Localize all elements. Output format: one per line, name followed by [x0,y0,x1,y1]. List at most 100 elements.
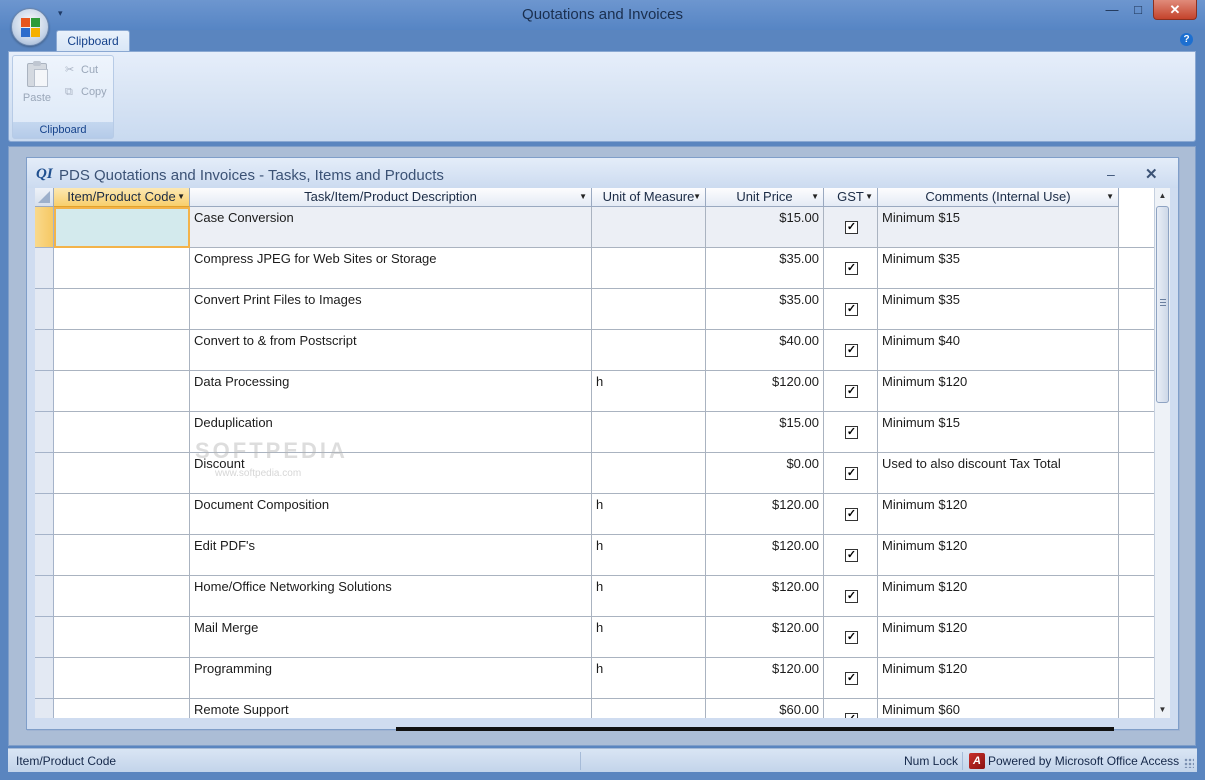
cell-description[interactable]: Case Conversion [190,207,592,248]
cell-description[interactable]: Convert to & from Postscript [190,330,592,371]
gst-checkbox[interactable]: ✓ [845,467,858,480]
cell-item-code[interactable] [54,535,190,576]
column-dropdown-icon[interactable]: ▼ [579,188,587,206]
row-selector[interactable] [35,453,54,494]
column-dropdown-icon[interactable]: ▼ [177,188,185,206]
cell-item-code[interactable] [54,248,190,289]
cell-description[interactable]: Convert Print Files to Images [190,289,592,330]
minimize-button[interactable]: — [1101,0,1123,20]
resize-grip-icon[interactable] [1184,758,1194,768]
child-minimize-button[interactable]: – [1107,166,1115,182]
column-header-unit-price[interactable]: Unit Price ▼ [706,188,824,207]
table-row[interactable]: Deduplication $15.00 ✓ Minimum $15 [35,412,1154,453]
cell-comments[interactable]: Minimum $120 [878,658,1119,699]
paste-button[interactable]: Paste [19,60,55,116]
cell-unit-of-measure[interactable]: h [592,371,706,412]
cell-comments[interactable]: Minimum $35 [878,289,1119,330]
cell-item-code[interactable] [54,412,190,453]
table-row[interactable]: Convert to & from Postscript $40.00 ✓ Minim… [35,330,1154,371]
cell-comments[interactable]: Minimum $120 [878,617,1119,658]
help-icon[interactable]: ? [1180,33,1193,46]
cell-gst[interactable]: ✓ [824,248,878,289]
cell-gst[interactable]: ✓ [824,576,878,617]
cell-item-code[interactable] [54,330,190,371]
office-button[interactable] [11,8,49,46]
cell-comments[interactable]: Minimum $120 [878,576,1119,617]
cell-item-code[interactable] [54,699,190,718]
cell-unit-price[interactable]: $15.00 [706,412,824,453]
cell-description[interactable]: Compress JPEG for Web Sites or Storage [190,248,592,289]
column-header-unit-of-measure[interactable]: Unit of Measure ▼ [592,188,706,207]
table-row[interactable]: Remote Support $60.00 ✓ Minimum $60 [35,699,1119,718]
cell-comments[interactable]: Minimum $120 [878,494,1119,535]
gst-checkbox[interactable]: ✓ [845,344,858,357]
horizontal-scroll-track[interactable] [396,727,1114,731]
cell-gst[interactable]: ✓ [824,453,878,494]
scroll-up-button[interactable]: ▲ [1155,188,1170,204]
child-close-button[interactable]: ✕ [1145,165,1158,183]
cell-item-code[interactable] [54,453,190,494]
copy-button[interactable]: ⧉ Copy [65,83,107,101]
row-selector[interactable] [35,371,54,412]
cell-gst[interactable]: ✓ [824,412,878,453]
cell-comments[interactable]: Minimum $15 [878,207,1119,248]
gst-checkbox[interactable]: ✓ [845,590,858,603]
row-selector[interactable] [35,494,54,535]
close-button[interactable]: ✕ [1153,0,1197,20]
column-header-comments[interactable]: Comments (Internal Use) ▼ [878,188,1119,207]
cell-item-code[interactable] [54,494,190,535]
cell-unit-of-measure[interactable]: h [592,658,706,699]
cell-comments[interactable]: Used to also discount Tax Total [878,453,1119,494]
cell-description[interactable]: Mail Merge [190,617,592,658]
cell-unit-of-measure[interactable]: h [592,576,706,617]
cell-description[interactable]: Edit PDF's [190,535,592,576]
gst-checkbox[interactable]: ✓ [845,221,858,234]
gst-checkbox[interactable]: ✓ [845,713,858,718]
row-selector[interactable] [35,330,54,371]
column-header-code[interactable]: Item/Product Code ▼ [54,188,190,207]
cell-unit-price[interactable]: $35.00 [706,289,824,330]
select-all-corner[interactable] [35,188,54,207]
cell-gst[interactable]: ✓ [824,699,878,718]
table-row[interactable]: Convert Print Files to Images $35.00 ✓ Mini… [35,289,1154,330]
gst-checkbox[interactable]: ✓ [845,508,858,521]
column-header-gst[interactable]: GST ▼ [824,188,878,207]
cell-gst[interactable]: ✓ [824,617,878,658]
cell-unit-of-measure[interactable] [592,453,706,494]
table-row[interactable]: Case Conversion $15.00 ✓ Minimum $15 [35,207,1154,248]
row-selector[interactable] [35,289,54,330]
cell-item-code[interactable] [54,207,190,248]
cell-description[interactable]: Home/Office Networking Solutions [190,576,592,617]
cell-item-code[interactable] [54,289,190,330]
cell-unit-of-measure[interactable] [592,289,706,330]
cell-comments[interactable]: Minimum $60 [878,699,1119,718]
column-dropdown-icon[interactable]: ▼ [693,188,701,206]
cell-unit-price[interactable]: $120.00 [706,576,824,617]
tab-clipboard[interactable]: Clipboard [56,30,130,52]
row-selector[interactable] [35,658,54,699]
cell-unit-price[interactable]: $120.00 [706,535,824,576]
cell-comments[interactable]: Minimum $40 [878,330,1119,371]
scroll-down-button[interactable]: ▼ [1155,702,1170,718]
cell-item-code[interactable] [54,576,190,617]
cell-gst[interactable]: ✓ [824,535,878,576]
column-header-description[interactable]: Task/Item/Product Description ▼ [190,188,592,207]
table-row[interactable]: Discount $0.00 ✓ Used to also discount Tax … [35,453,1154,494]
cell-gst[interactable]: ✓ [824,371,878,412]
maximize-button[interactable]: □ [1127,0,1149,20]
cell-unit-price[interactable]: $35.00 [706,248,824,289]
cell-comments[interactable]: Minimum $120 [878,371,1119,412]
cell-description[interactable]: Deduplication [190,412,592,453]
table-row[interactable]: Compress JPEG for Web Sites or Storage $3… [35,248,1154,289]
cell-gst[interactable]: ✓ [824,494,878,535]
table-row[interactable]: Mail Merge h $120.00 ✓ Minimum $120 [35,617,1154,658]
table-row[interactable]: Data Processing h $120.00 ✓ Minimum $120 [35,371,1154,412]
cut-button[interactable]: ✂ Cut [65,61,98,79]
table-row[interactable]: Document Composition h $120.00 ✓ Minimum $12… [35,494,1154,535]
table-row[interactable]: Programming h $120.00 ✓ Minimum $120 [35,658,1154,699]
gst-checkbox[interactable]: ✓ [845,262,858,275]
cell-unit-price[interactable]: $15.00 [706,207,824,248]
row-selector[interactable] [35,207,54,248]
cell-item-code[interactable] [54,371,190,412]
vertical-scrollbar[interactable]: ▲ ▼ [1154,188,1170,718]
